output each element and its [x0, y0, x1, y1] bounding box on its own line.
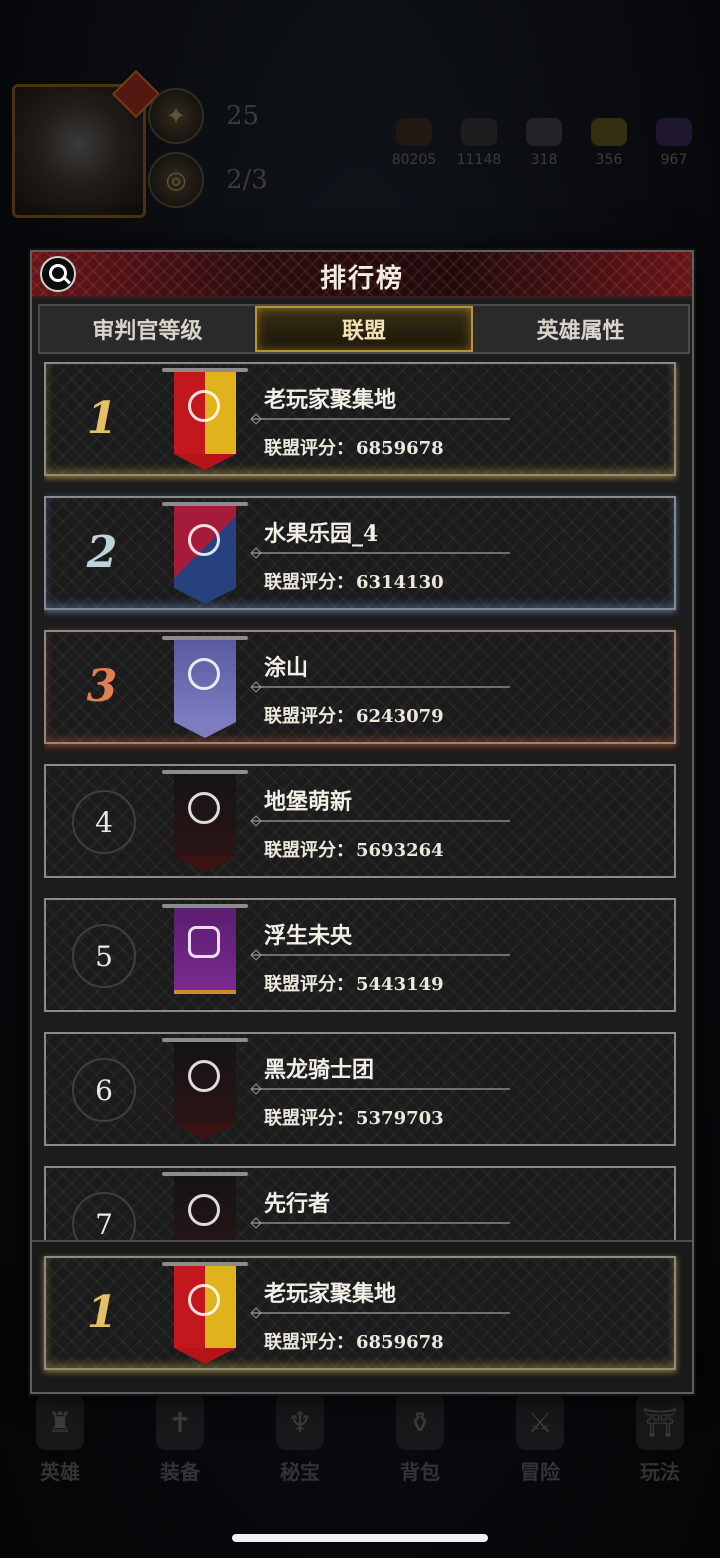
alliance-score: 联盟评分： 6243079 [264, 706, 444, 727]
alliance-banner-icon [162, 904, 248, 1008]
rank-badge: 1 [86, 392, 118, 444]
ranking-row[interactable]: 4 地堡萌新 联盟评分： 5693264 [44, 764, 676, 878]
ranking-row[interactable]: 6 黑龙骑士团 联盟评分： 5379703 [44, 1032, 676, 1146]
home-indicator[interactable] [232, 1534, 488, 1542]
divider [252, 418, 510, 420]
alliance-score: 联盟评分： 5693264 [264, 840, 444, 861]
rank-badge: 1 [86, 1286, 118, 1338]
divider [252, 1088, 510, 1090]
tab-hero-attributes[interactable]: 英雄属性 [473, 306, 688, 352]
alliance-name: 涂山 [264, 655, 309, 681]
alliance-name: 水果乐园_4 [264, 521, 379, 547]
tab-bar: 审判官等级 联盟 英雄属性 [38, 304, 690, 354]
panel-title: 排行榜 [319, 264, 404, 294]
alliance-name: 老玩家聚集地 [264, 387, 397, 413]
alliance-name: 老玩家聚集地 [264, 1281, 397, 1307]
alliance-banner-icon [162, 1262, 248, 1366]
tab-alliance[interactable]: 联盟 [254, 306, 474, 352]
rank-badge: 3 [86, 660, 118, 712]
alliance-banner-icon [162, 1038, 248, 1142]
ranking-row[interactable]: 5 浮生未央 联盟评分： 5443149 [44, 898, 676, 1012]
rank-badge: 6 [72, 1058, 136, 1122]
alliance-score: 联盟评分： 6314130 [264, 572, 444, 593]
ranking-row[interactable]: 2 水果乐园_4 联盟评分： 6314130 [44, 496, 676, 610]
my-alliance-section: 1 老玩家聚集地 联盟评分： 6859678 [32, 1240, 692, 1392]
ranking-list[interactable]: 1 老玩家聚集地 联盟评分： 6859678 2 水果乐园_4 联盟评分： 6314 [44, 362, 680, 1242]
ranking-row[interactable]: 1 老玩家聚集地 联盟评分： 6859678 [44, 362, 676, 476]
alliance-score: 联盟评分： 5379703 [264, 1108, 444, 1129]
leaderboard-panel: 排行榜 审判官等级 联盟 英雄属性 1 老玩家聚集地 联盟评分： 6859678 … [30, 250, 694, 1394]
tab-judge-level[interactable]: 审判官等级 [40, 306, 255, 352]
ranking-row[interactable]: 7 先行者 联盟评分：5285962 [44, 1166, 676, 1242]
alliance-banner-icon [162, 502, 248, 606]
alliance-name: 黑龙骑士团 [264, 1057, 375, 1083]
alliance-name: 先行者 [264, 1191, 331, 1217]
alliance-name: 浮生未央 [264, 923, 353, 949]
alliance-score: 联盟评分： 5443149 [264, 974, 444, 995]
rank-badge: 5 [72, 924, 136, 988]
divider [252, 686, 510, 688]
alliance-banner-icon [162, 368, 248, 472]
ranking-row[interactable]: 3 涂山 联盟评分： 6243079 [44, 630, 676, 744]
divider [252, 1312, 510, 1314]
divider [252, 954, 510, 956]
alliance-banner-icon [162, 636, 248, 740]
rank-badge: 4 [72, 790, 136, 854]
alliance-name: 地堡萌新 [264, 789, 353, 815]
rank-badge: 2 [86, 526, 118, 578]
alliance-score: 联盟评分： 6859678 [264, 1332, 444, 1353]
divider [252, 1222, 510, 1224]
divider [252, 552, 510, 554]
panel-header: 排行榜 [32, 252, 692, 298]
alliance-banner-icon [162, 770, 248, 874]
divider [252, 820, 510, 822]
my-alliance-row[interactable]: 1 老玩家聚集地 联盟评分： 6859678 [44, 1256, 676, 1370]
alliance-banner-icon [162, 1172, 248, 1242]
alliance-score: 联盟评分： 6859678 [264, 438, 444, 459]
rank-badge: 7 [72, 1192, 136, 1242]
